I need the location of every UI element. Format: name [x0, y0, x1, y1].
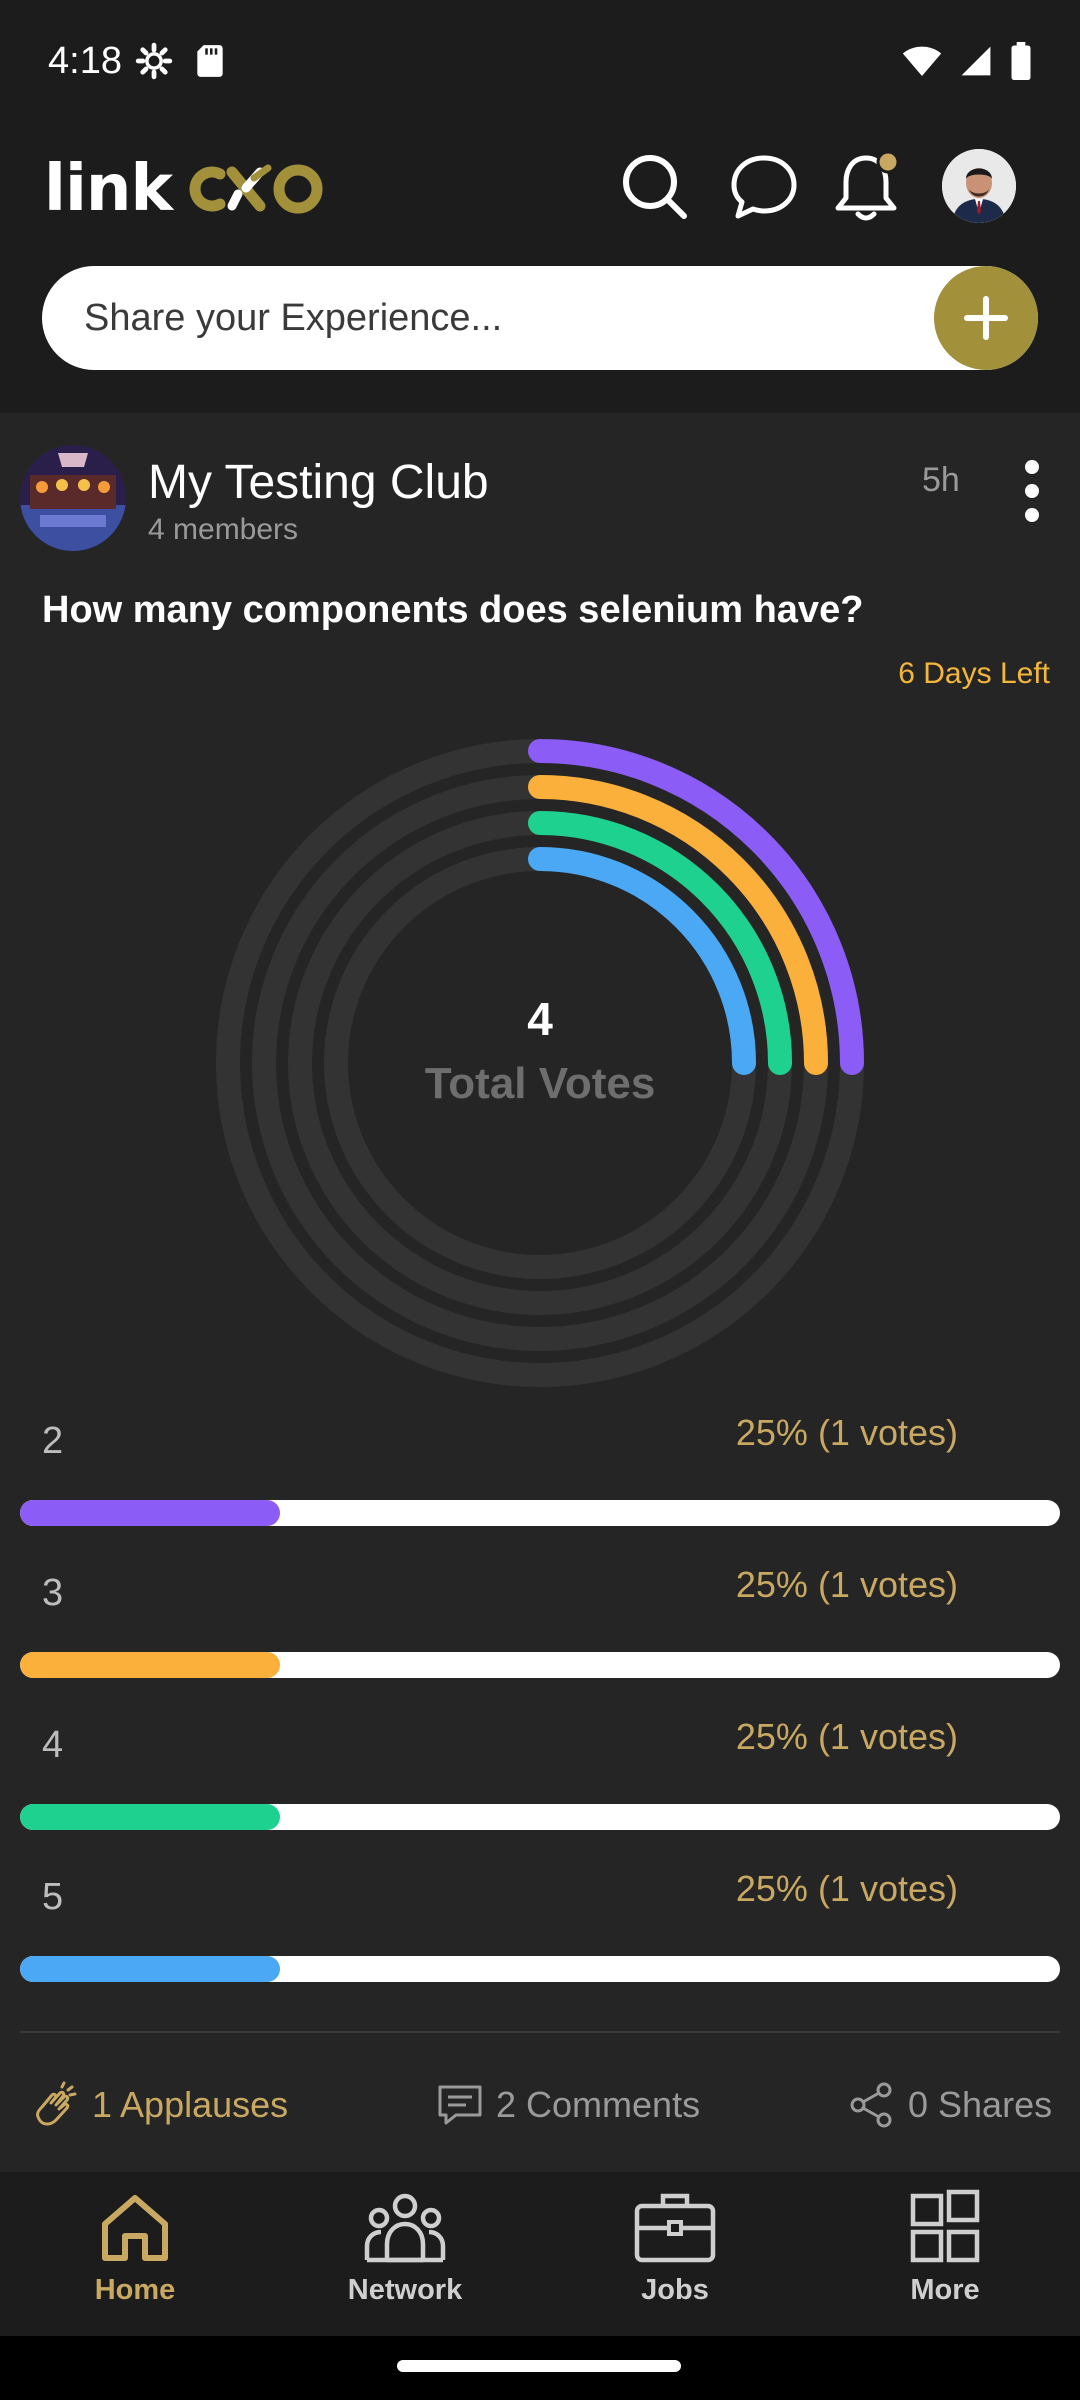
- home-gesture-bar[interactable]: [397, 2360, 681, 2372]
- nav-label-more: More: [910, 2274, 980, 2306]
- poll-option-progress-fill: [20, 1652, 280, 1678]
- comments-count: 2 Comments: [496, 2084, 701, 2125]
- applause-count: 1 Applauses: [92, 2084, 289, 2125]
- club-avatar[interactable]: [20, 445, 126, 551]
- poll-option-label: 4: [42, 1724, 64, 1766]
- club-members: 4 members: [148, 513, 299, 546]
- comment-icon: [438, 2085, 482, 2125]
- nav-network[interactable]: Network: [305, 2188, 505, 2328]
- add-post-button[interactable]: [934, 266, 1038, 370]
- poll-option-progress-track: [20, 1652, 1060, 1678]
- bell-icon[interactable]: [832, 148, 904, 221]
- comments-button[interactable]: 2 Comments: [436, 2081, 700, 2129]
- linkcxo-logo[interactable]: link: [44, 152, 346, 226]
- avatar[interactable]: [942, 149, 1016, 223]
- app-header: link Share your Experience...: [0, 130, 1080, 413]
- poll-option[interactable]: 3 25% (1 votes): [0, 1564, 1080, 1692]
- total-votes-value: 4: [527, 993, 553, 1045]
- logo-cxo-mark: [189, 164, 323, 214]
- nav-jobs[interactable]: Jobs: [575, 2188, 775, 2328]
- poll-option-progress-track: [20, 1500, 1060, 1526]
- chat-icon[interactable]: [728, 150, 800, 222]
- shares-count: 0 Shares: [908, 2084, 1053, 2125]
- donut-svg: 4 Total Votes: [216, 739, 864, 1387]
- poll-question: How many components does selenium have?: [42, 589, 864, 631]
- total-votes-label: Total Votes: [425, 1059, 656, 1108]
- poll-option-result: 25% (1 votes): [735, 1716, 958, 1757]
- poll-option[interactable]: 4 25% (1 votes): [0, 1716, 1080, 1844]
- search-icon[interactable]: [618, 150, 690, 222]
- wifi-icon: [902, 44, 942, 83]
- share-icon: [850, 2082, 892, 2128]
- poll-option-progress-fill: [20, 1804, 280, 1830]
- applause-button[interactable]: 1 Applauses: [32, 2081, 288, 2129]
- more-options-button[interactable]: [1010, 453, 1054, 529]
- post-actions: 1 Applauses 2 Comments 0 Shares: [0, 2073, 1080, 2153]
- plus-icon: [964, 296, 1008, 340]
- nav-home[interactable]: Home: [35, 2188, 235, 2328]
- poll-option-progress-fill: [20, 1500, 280, 1526]
- divider: [20, 2031, 1060, 2033]
- poll-option-progress-fill: [20, 1956, 280, 1982]
- settings-icon: [135, 42, 173, 85]
- poll-option[interactable]: 5 25% (1 votes): [0, 1868, 1080, 1996]
- days-left: 6 Days Left: [898, 657, 1050, 690]
- gesture-area: [0, 2336, 1080, 2400]
- post-time: 5h: [922, 461, 960, 499]
- poll-option-label: 3: [42, 1572, 64, 1614]
- poll-option-result: 25% (1 votes): [735, 1564, 958, 1605]
- poll-post-card: My Testing Club 4 members 5h How many co…: [0, 413, 1080, 2173]
- poll-option-progress-track: [20, 1804, 1060, 1830]
- poll-donut-chart: 4 Total Votes: [180, 703, 900, 1423]
- club-name[interactable]: My Testing Club: [148, 455, 489, 510]
- more-vertical-icon: [1025, 460, 1039, 522]
- poll-option[interactable]: 2 25% (1 votes): [0, 1412, 1080, 1540]
- nav-label-network: Network: [347, 2274, 463, 2306]
- applause-icon: [36, 2081, 77, 2126]
- poll-option-result: 25% (1 votes): [735, 1412, 958, 1453]
- battery-icon: [1010, 42, 1032, 85]
- composer-placeholder: Share your Experience...: [84, 297, 503, 339]
- sd-card-icon: [193, 42, 227, 85]
- poll-option-result: 25% (1 votes): [735, 1868, 958, 1909]
- nav-more[interactable]: More: [845, 2188, 1045, 2328]
- briefcase-icon: [634, 2193, 716, 2263]
- nav-label-jobs: Jobs: [641, 2274, 709, 2306]
- share-experience-input[interactable]: Share your Experience...: [42, 266, 1038, 370]
- network-icon: [364, 2193, 446, 2263]
- status-bar: 4:18: [0, 0, 1080, 130]
- logo-link-text: link: [44, 152, 173, 226]
- poll-option-label: 5: [42, 1876, 64, 1918]
- nav-label-home: Home: [94, 2274, 176, 2306]
- poll-option-label: 2: [42, 1420, 64, 1462]
- poll-option-progress-track: [20, 1956, 1060, 1982]
- grid-icon: [910, 2189, 980, 2263]
- status-time: 4:18: [48, 40, 122, 82]
- shares-button[interactable]: 0 Shares: [848, 2081, 1052, 2129]
- bottom-navigation: Home Network Jobs More: [0, 2172, 1080, 2336]
- home-icon: [102, 2195, 168, 2261]
- signal-icon: [960, 44, 992, 83]
